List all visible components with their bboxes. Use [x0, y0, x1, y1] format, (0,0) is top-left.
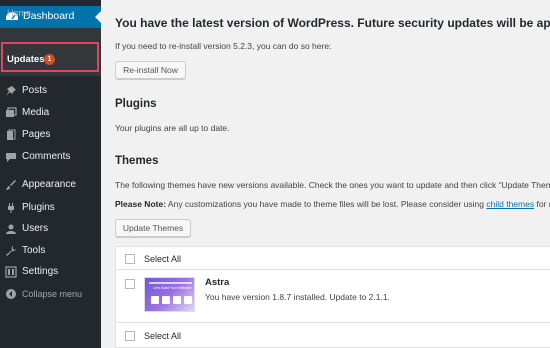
select-all-checkbox-bottom[interactable] — [125, 331, 135, 341]
update-themes-button[interactable]: Update Themes — [115, 219, 191, 237]
theme-checkbox-astra[interactable] — [125, 279, 135, 289]
theme-name: Astra — [205, 277, 230, 288]
sidebar-item-label: Pages — [22, 129, 51, 140]
submenu-item-updates[interactable]: Updates — [7, 54, 44, 65]
sidebar-item-label: Comments — [22, 151, 71, 162]
thumb-image — [162, 296, 170, 304]
plugins-heading: Plugins — [115, 98, 157, 110]
select-all-label-bottom: Select All — [144, 331, 182, 341]
brush-icon — [6, 180, 16, 190]
customization-note: Please Note: Any customizations you have… — [115, 199, 550, 209]
sidebar-item-label: Settings — [22, 266, 59, 277]
reinstall-now-button[interactable]: Re-install Now — [115, 61, 186, 79]
collapse-menu-button[interactable]: Collapse menu — [0, 284, 101, 304]
note-text: Any customizations you have made to them… — [166, 199, 487, 209]
pin-icon — [6, 86, 16, 96]
select-all-checkbox-top[interactable] — [125, 254, 135, 264]
thumb-image — [151, 296, 159, 304]
sidebar-item-label: Posts — [22, 85, 48, 96]
sidebar-item-tools[interactable]: Tools — [0, 241, 101, 261]
theme-version-info: You have version 1.8.7 installed. Update… — [205, 292, 390, 302]
thumb-header — [149, 282, 192, 284]
note-tail: for modifications. — [536, 199, 550, 209]
pages-icon — [7, 129, 16, 140]
updates-count-badge: 1 — [44, 54, 55, 65]
child-themes-link[interactable]: child themes — [486, 199, 534, 209]
sidebar-item-plugins[interactable]: Plugins — [0, 198, 101, 218]
themes-description: The following themes have new versions a… — [115, 180, 550, 190]
sidebar-item-label: Tools — [22, 245, 46, 256]
wrench-icon — [6, 246, 16, 256]
reinstall-text: If you need to re-install version 5.2.3,… — [115, 41, 332, 51]
select-all-label-top: Select All — [144, 254, 182, 264]
sidebar-item-label: Appearance — [22, 179, 76, 190]
sidebar-item-settings[interactable]: Settings — [0, 262, 101, 282]
submenu-item-home[interactable]: Home — [7, 8, 31, 18]
sidebar-item-posts[interactable]: Posts — [0, 81, 101, 101]
sidebar-item-label: Users — [22, 223, 49, 234]
sidebar-item-label: Plugins — [22, 202, 55, 213]
astra-theme-screenshot: Let's Build Your Website! — [144, 277, 195, 312]
sidebar-item-comments[interactable]: Comments — [0, 147, 101, 167]
comments-icon — [6, 153, 16, 162]
note-label: Please Note: — [115, 199, 167, 209]
sidebar-item-label: Collapse menu — [22, 289, 83, 299]
sidebar-item-label: Media — [22, 107, 50, 118]
sidebar-item-users[interactable]: Users — [0, 219, 101, 239]
admin-sidebar: Dashboard Home Updates 1 Posts Media Pag… — [0, 0, 101, 348]
collapse-icon — [6, 289, 16, 299]
users-icon — [6, 224, 16, 234]
media-icon — [6, 107, 17, 117]
row-divider — [116, 322, 550, 323]
row-divider — [116, 269, 550, 270]
plugin-icon — [8, 203, 14, 213]
settings-icon — [5, 266, 17, 278]
main-content: You have the latest version of WordPress… — [101, 0, 550, 348]
thumb-headline: Let's Build Your Website! — [153, 286, 192, 290]
sidebar-item-media[interactable]: Media — [0, 103, 101, 123]
latest-version-heading: You have the latest version of WordPress… — [115, 16, 550, 30]
plugins-status-text: Your plugins are all up to date. — [115, 123, 230, 133]
sidebar-item-appearance[interactable]: Appearance — [0, 175, 101, 195]
thumb-image — [173, 296, 181, 304]
themes-table: Select All Let's Build Your Website! Ast… — [115, 246, 550, 348]
thumb-image — [184, 296, 192, 304]
themes-heading: Themes — [115, 155, 159, 167]
sidebar-item-pages[interactable]: Pages — [0, 125, 101, 145]
